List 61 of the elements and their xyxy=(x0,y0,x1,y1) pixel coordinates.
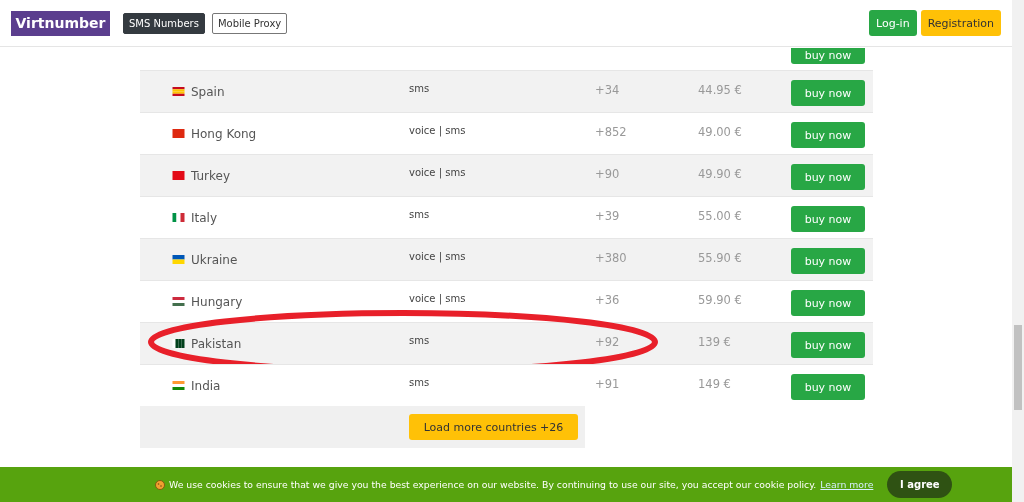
cookie-icon xyxy=(155,479,165,490)
buy-now-button[interactable]: buy now xyxy=(791,80,865,106)
country-code: +91 xyxy=(595,376,621,391)
country-name: Ukraine xyxy=(191,252,238,267)
country-name: Hungary xyxy=(191,294,243,309)
flag-icon xyxy=(172,339,185,348)
flag-icon xyxy=(172,381,185,390)
buy-now-button[interactable]: buy now xyxy=(791,164,865,190)
logo[interactable]: Virtnumber xyxy=(11,10,110,36)
learn-more-link[interactable]: Learn more xyxy=(820,479,874,490)
scrollbar-thumb[interactable] xyxy=(1014,325,1022,410)
buy-now-button[interactable]: buy now xyxy=(791,248,865,274)
country-code: +92 xyxy=(595,334,621,349)
country-code: +36 xyxy=(595,292,621,307)
buy-now-button[interactable]: buy now xyxy=(791,122,865,148)
buy-now-button[interactable]: buy now xyxy=(791,332,865,358)
login-button[interactable]: Log-in xyxy=(869,10,917,36)
agree-button[interactable]: I agree xyxy=(887,471,953,498)
number-type: voice | sms xyxy=(409,125,467,136)
number-type: voice | sms xyxy=(409,293,467,304)
number-type: sms xyxy=(409,209,431,220)
number-type: voice | sms xyxy=(409,167,467,178)
price: 55.90 € xyxy=(698,250,743,265)
nav-button[interactable]: Mobile Proxy xyxy=(211,12,288,34)
flag-icon xyxy=(172,87,185,96)
country-name: Pakistan xyxy=(191,336,242,351)
price: 149 € xyxy=(698,376,732,391)
price: 59.90 € xyxy=(698,292,743,307)
number-type: voice | sms xyxy=(409,251,467,262)
scrollbar[interactable] xyxy=(1012,0,1024,502)
buy-now-button[interactable]: buy now xyxy=(791,374,865,400)
country-code: +90 xyxy=(595,166,621,181)
flag-icon xyxy=(172,297,185,306)
price: 139 € xyxy=(698,334,732,349)
buy-now-button[interactable]: buy now xyxy=(791,290,865,316)
country-name: Spain xyxy=(191,84,225,99)
country-name: Hong Kong xyxy=(191,126,257,141)
price: 49.00 € xyxy=(698,124,743,139)
cookie-message: We use cookies to ensure that we give you the best experience on our website. By continuing to use our site, you accept our cookie policy. xyxy=(169,479,817,490)
country-code: +39 xyxy=(595,208,621,223)
country-code: +852 xyxy=(595,124,628,139)
number-type: sms xyxy=(409,335,431,346)
price: 49.90 € xyxy=(698,166,743,181)
country-code: +34 xyxy=(595,82,621,97)
flag-icon xyxy=(172,129,185,138)
price: 44.95 € xyxy=(698,82,743,97)
number-type: sms xyxy=(409,377,431,388)
buy-now-button[interactable]: buy now xyxy=(791,206,865,232)
number-type: sms xyxy=(409,83,431,94)
flag-icon xyxy=(172,171,185,180)
flag-icon xyxy=(172,255,185,264)
country-name: Italy xyxy=(191,210,218,225)
country-name: Turkey xyxy=(191,168,231,183)
country-code: +380 xyxy=(595,250,628,265)
price: 55.00 € xyxy=(698,208,743,223)
country-name: India xyxy=(191,378,221,393)
load-more-button[interactable]: Load more countries +26 xyxy=(409,414,578,440)
nav-button[interactable]: SMS Numbers xyxy=(123,12,205,34)
buy-now-button[interactable]: buy now xyxy=(791,48,865,64)
flag-icon xyxy=(172,213,185,222)
registration-button[interactable]: Registration xyxy=(920,10,1001,36)
